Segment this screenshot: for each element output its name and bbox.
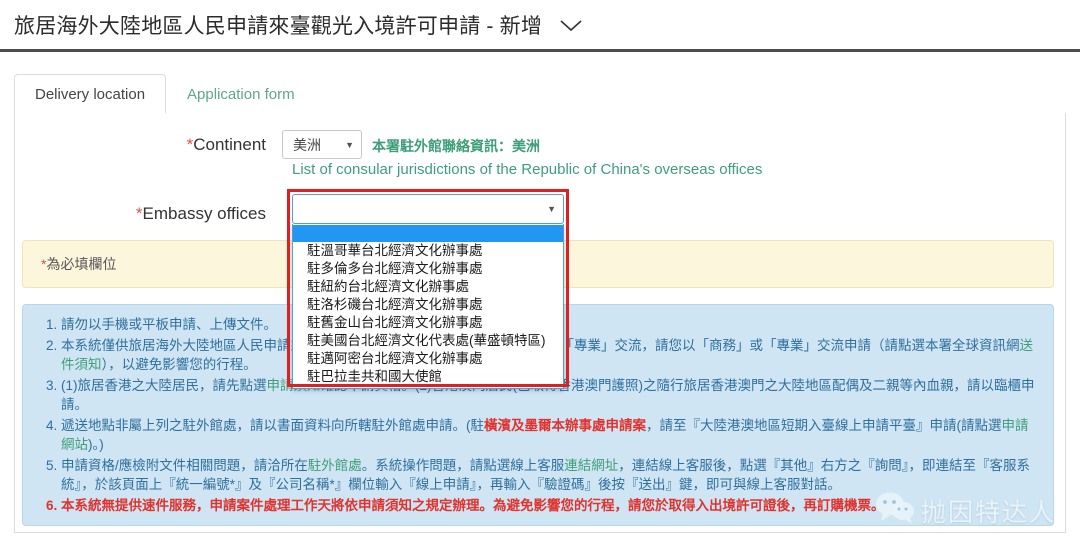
embassy-option[interactable]: 駐溫哥華台北經濟文化辦事處 [293,242,563,260]
notice-text: ），以避免影響您的行程。 [101,357,257,372]
continent-row: *Continent 美洲 ▼ 本署駐外館聯絡資訊：美洲 [14,130,540,159]
embassy-row: *Embassy offices [14,199,282,224]
tab-delivery-location[interactable]: Delivery location [14,74,167,114]
notice-text: 。系統操作問題，請點選線上客服 [361,457,565,473]
embassy-option[interactable]: 駐舊金山台北經濟文化辦事處 [293,314,563,332]
notice-item: 遞送地點非屬上列之駐外館處，請以書面資料向所轄駐外館處申請。(駐橫濱及墨爾本辦事… [61,416,1039,455]
embassy-label: *Embassy offices [14,199,282,224]
embassy-label-text: Embassy offices [142,204,266,223]
continent-label-text: Continent [193,135,266,154]
embassy-option[interactable]: 駐美國台北經濟文化代表處(華盛頓特區) [293,332,563,350]
continent-label: *Continent [14,130,282,155]
page-title: 旅居海外大陸地區人民申請來臺觀光入境許可申請 - 新增 [14,14,543,38]
notice-text: 本系統無提供速件服務，申請案件處理工作天將依申請須知之規定辦理。為避免影響您的行… [61,497,885,513]
notice-link[interactable]: 駐外館處 [308,458,362,473]
continent-select[interactable]: 美洲 ▼ [282,130,362,159]
caret-down-icon: ▼ [547,204,556,214]
required-banner-text: 為必填欄位 [46,256,117,272]
consular-jurisdiction-link[interactable]: List of consular jurisdictions of the Re… [292,161,762,178]
embassy-option[interactable]: 駐邁阿密台北經濟文化辦事處 [293,350,563,368]
embassy-option[interactable]: 駐多倫多台北經濟文化辦事處 [293,260,563,278]
tab-bar: Delivery location Application form [14,72,1066,114]
embassy-option[interactable]: 駐洛杉磯台北經濟文化辦事處 [293,296,563,314]
continent-contact-note: 本署駐外館聯絡資訊：美洲 [372,138,540,154]
embassy-options-list[interactable]: 駐溫哥華台北經濟文化辦事處 駐多倫多台北經濟文化辦事處 駐紐約台北經濟文化辦事處 駐洛… [292,224,564,389]
notice-text: )。) [88,437,104,452]
embassy-option[interactable] [293,225,563,242]
embassy-select[interactable]: ▼ [292,194,564,224]
notice-link[interactable]: 連結網址 [564,458,618,473]
notice-emphasis: 橫濱及墨爾本辦事處申請案 [484,417,646,433]
notice-text: ，請至『大陸港澳地區短期入臺線上申請平臺』申請(請點選 [646,417,1002,433]
chevron-down-icon[interactable] [558,17,584,33]
embassy-select-wrapper: ▼ 駐溫哥華台北經濟文化辦事處 駐多倫多台北經濟文化辦事處 駐紐約台北經濟文化辦事處… [292,194,564,389]
notice-text: 遞送地點非屬上列之駐外館處，請以書面資料向所轄駐外館處申請。(駐 [61,417,484,433]
required-mark: * [135,204,143,223]
notice-text: (1)旅居香港之大陸居民，請先點選 [61,377,267,393]
caret-down-icon: ▼ [345,139,354,150]
tab-application-form[interactable]: Application form [166,74,316,114]
embassy-option[interactable]: 駐紐約台北經濟文化辦事處 [293,278,563,296]
notice-text: 請勿以手機或平板申請、上傳文件。 [61,317,277,332]
notice-item: 申請資格/應檢附文件相關問題，請洽所在駐外館處。系統操作問題，請點選線上客服連結… [61,456,1039,495]
page-header: 旅居海外大陸地區人民申請來臺觀光入境許可申請 - 新增 [0,0,1080,52]
notice-item: 本系統無提供速件服務，申請案件處理工作天將依申請須知之規定辦理。為避免影響您的行… [61,496,1039,516]
notice-text: 申請資格/應檢附文件相關問題，請洽所在 [61,457,308,473]
continent-select-value: 美洲 [293,136,321,153]
embassy-option[interactable]: 駐巴拉圭共和國大使館 [293,368,563,386]
